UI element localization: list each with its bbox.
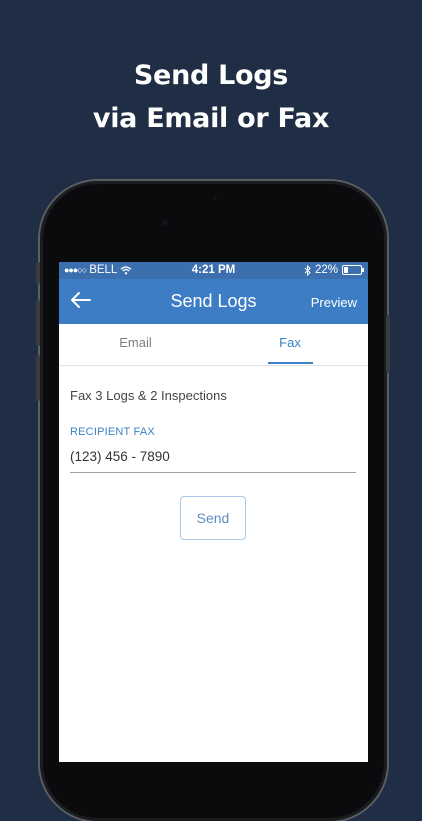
- headline-line-1: Send Logs: [133, 60, 289, 91]
- send-summary: Fax 3 Logs & 2 Inspections: [70, 388, 227, 403]
- send-button[interactable]: Send: [180, 496, 246, 540]
- mute-switch: [36, 262, 40, 284]
- nav-bar: Send Logs Preview: [59, 279, 368, 324]
- phone-screen: ●●●○○ BELL 4:21 PM 22% Send Logs Preview…: [59, 262, 368, 762]
- battery-percent: 22%: [314, 264, 338, 276]
- status-right: 22%: [304, 264, 364, 276]
- sensor-dot: [213, 196, 217, 200]
- front-camera: [162, 220, 168, 226]
- preview-button[interactable]: Preview: [311, 295, 357, 310]
- status-bar: ●●●○○ BELL 4:21 PM 22%: [59, 262, 368, 279]
- volume-up-button: [36, 300, 40, 346]
- tab-fax[interactable]: Fax: [212, 335, 368, 350]
- tab-email[interactable]: Email: [59, 335, 212, 350]
- battery-icon: [342, 265, 364, 275]
- headline-line-2: via Email or Fax: [92, 103, 330, 134]
- tab-selected-indicator: [268, 362, 313, 364]
- tab-bar: Email Fax: [59, 324, 368, 366]
- recipient-fax-label: RECIPIENT FAX: [70, 426, 155, 438]
- bluetooth-icon: [304, 264, 311, 276]
- recipient-fax-input[interactable]: (123) 456 - 7890: [70, 449, 170, 464]
- recipient-fax-underline: [70, 472, 356, 473]
- headline: Send Logs via Email or Fax: [0, 54, 422, 140]
- power-button: [386, 315, 390, 373]
- volume-down-button: [36, 355, 40, 401]
